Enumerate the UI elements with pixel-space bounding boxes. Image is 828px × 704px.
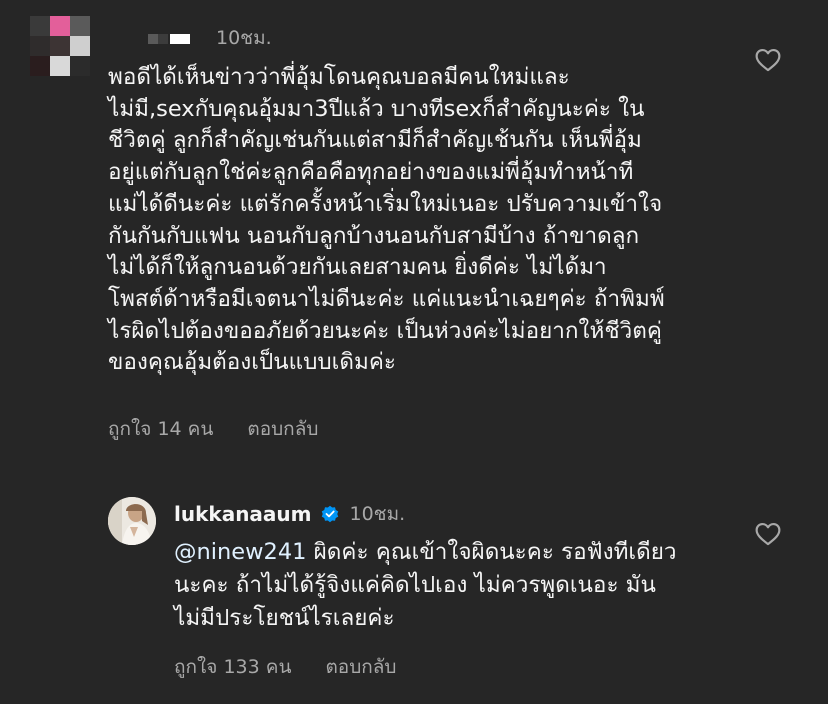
reply-meta: ถูกใจ 133 คน ตอบกลับ [174,652,397,682]
reply-line: นะคะ ถ้าไม่ได้รู้จิงแค่คิดไปเอง ไม่ควรพู… [174,572,656,598]
reply-line: @ninew241 ผิดค่ะ คุณเข้าใจผิดนะคะ รอฟังท… [174,536,734,569]
reply-text: @ninew241 ผิดค่ะ คุณเข้าใจผิดนะคะ รอฟังท… [174,536,734,635]
pixelated-avatar[interactable] [30,16,90,76]
comment-line: ของคุณอุ้มต้องเป็นแบบเดิมค่ะ [108,349,396,376]
comment-header: 10ชม. [148,24,272,52]
reply-button[interactable]: ตอบกลับ [325,652,396,682]
heart-outline-icon[interactable] [755,48,781,72]
comment-line: พอดีได้เห็นข่าวว่าพี่อุ้มโดนคุณบอลมีคนให… [108,64,570,90]
reply-timestamp: 10ชม. [349,503,406,525]
reply-line: ไม่มีประโยชน์ไรเลยค่ะ [174,605,395,631]
comment-line: โพสต์ด้าหรือมีเจตนาไม่ดีนะค่ะ แค่แนะนำเฉ… [108,285,665,312]
profile-photo-graphic [108,497,156,545]
comment-line: กันกันกับแฟน นอนกับลูกบ้างนอนกับสามีบ้าง… [108,222,640,249]
comment-item: 10ชม. พอดีได้เห็นข่าวว่าพี่อุ้มโดนคุณบอล… [0,0,828,460]
comment-meta: ถูกใจ 14 คน ตอบกลับ [108,414,318,444]
mention-link[interactable]: @ninew241 [174,539,306,565]
reply-line-text: ผิดค่ะ คุณเข้าใจผิดนะคะ รอฟังทีเดียว [306,539,677,565]
comment-line: ไรผิดไปต้องขออภัยด้วยนะค่ะ เป็นห่วงค่ะไม… [108,317,662,344]
redacted-username[interactable] [148,31,198,45]
reply-button[interactable]: ตอบกลับ [247,414,318,444]
heart-outline-icon[interactable] [755,522,781,546]
comment-timestamp: 10ชม. [216,27,272,49]
comment-line: ไม่มี,sexกับคุณอุ้มมา3ปีแล้ว บางทีsexก็ส… [108,95,645,122]
comment-text: พอดีได้เห็นข่าวว่าพี่อุ้มโดนคุณบอลมีคนให… [108,62,758,379]
comment-line: อยู่แต่กับลูกใช่ค่ะลูกคือคือทุกอย่างของแ… [108,159,634,186]
verified-badge-icon [321,505,338,523]
reply-header: lukkanaaum 10ชม. [174,499,405,529]
profile-avatar[interactable] [108,497,156,545]
like-count[interactable]: ถูกใจ 133 คน [174,652,291,682]
like-count[interactable]: ถูกใจ 14 คน [108,414,213,444]
comment-line: ไม่ได้ก็ให้ลูกนอนด้วยกันเลยสามคน ยิ่งดีค… [108,254,607,281]
comment-line: แม่ได้ดีนะค่ะ แต่รักครั้งหน้าเริ่มใหม่เน… [108,190,663,217]
comment-line: ชีวิตคู่ ลูกก็สำคัญเช่นกันแต่สามีก็สำคัญ… [108,127,642,154]
reply-username[interactable]: lukkanaaum [174,502,312,526]
